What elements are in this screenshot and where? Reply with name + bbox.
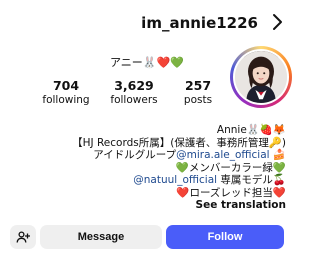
stat-following[interactable]: 704 following (36, 78, 96, 106)
see-translation-link[interactable]: See translation (14, 199, 286, 212)
followers-count: 3,629 (114, 78, 154, 93)
following-count: 704 (52, 78, 80, 93)
mention-link[interactable]: @natuul_official (133, 174, 217, 186)
profile-bio: Annie🐰🍓🦊 【HJ Records所属】(保護者、事務所管理🔑) アイドル… (14, 124, 286, 212)
following-label: following (42, 94, 90, 106)
avatar-photo (235, 51, 287, 103)
posts-label: posts (183, 94, 213, 106)
username: im_annie1226 (141, 14, 258, 32)
bio-line[interactable]: アイドルグループ@mira.ale_official 🍰 (14, 149, 286, 162)
followers-label: followers (110, 94, 158, 106)
follow-button[interactable]: Follow (166, 225, 284, 249)
bio-line: 【HJ Records所属】(保護者、事務所管理🔑) (72, 136, 286, 149)
add-user-icon (16, 230, 30, 244)
profile-header: im_annie1226 (0, 8, 300, 38)
bio-line[interactable]: @natuul_official 専属モデル🍒 (14, 174, 286, 187)
stat-posts[interactable]: 257 posts (168, 78, 228, 106)
mention-link[interactable]: @mira.ale_official (176, 149, 269, 161)
profile-page: im_annie1226 アニー🐰❤️💚 257 posts 3,629 fol… (0, 0, 300, 260)
bio-line: ❤️ローズレッド担当❤️ (176, 186, 286, 199)
bio-line: Annie🐰🍓🦊 (216, 124, 286, 136)
back-arrow-icon[interactable] (268, 13, 286, 31)
message-button[interactable]: Message (40, 225, 162, 249)
posts-count: 257 (184, 78, 212, 93)
stat-followers[interactable]: 3,629 followers (104, 78, 164, 106)
display-name: アニー🐰❤️💚 (110, 56, 184, 69)
avatar[interactable] (230, 46, 292, 108)
bio-line: 💚メンバーカラー緑💚 (175, 161, 286, 174)
add-user-button[interactable] (10, 225, 36, 249)
